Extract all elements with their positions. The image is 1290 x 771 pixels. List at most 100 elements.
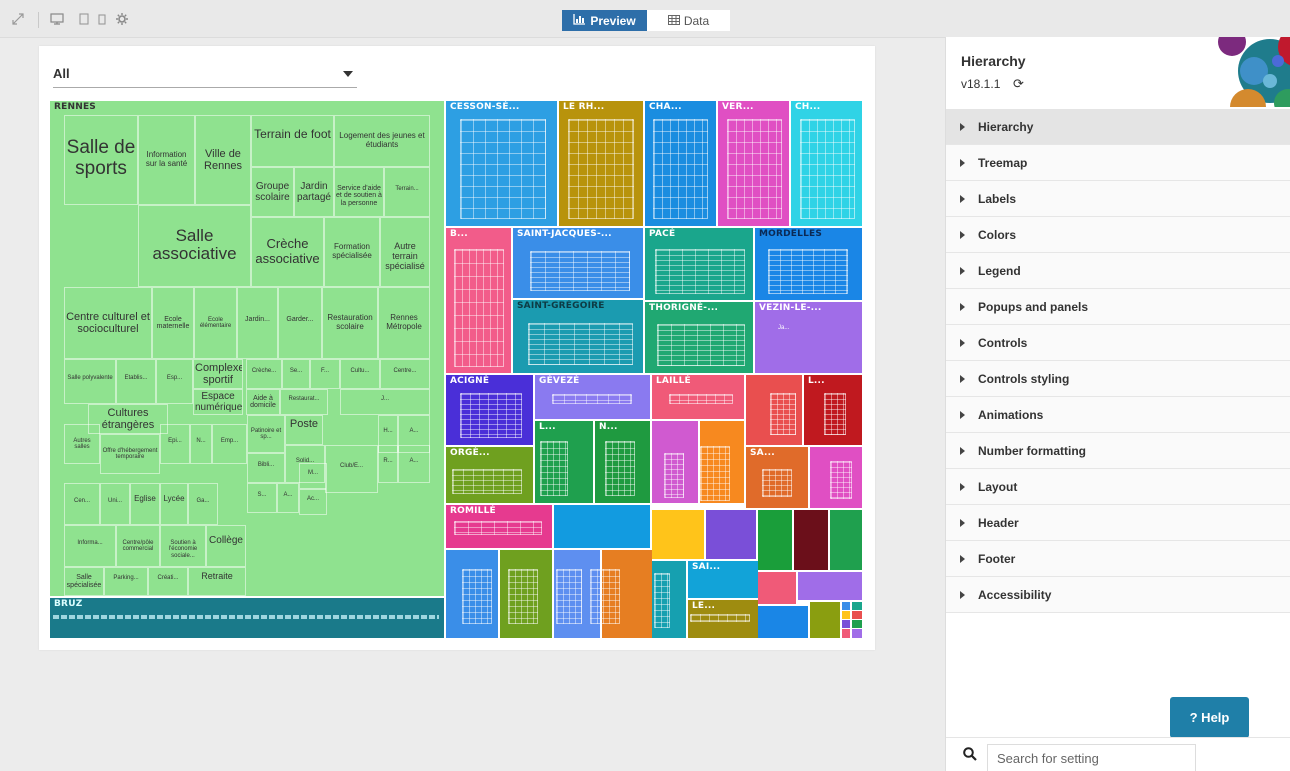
settings-gear-icon[interactable] (116, 13, 128, 25)
treemap-small-node[interactable] (852, 620, 862, 628)
treemap-small-node[interactable] (794, 510, 828, 570)
treemap-cell-autres-salles[interactable]: Autres salles (64, 424, 100, 464)
treemap-small-node[interactable] (842, 629, 850, 638)
treemap-cell-ecole-elem[interactable]: Ecole élémentaire (194, 287, 237, 359)
treemap-cell-club[interactable]: Club/E... (325, 445, 378, 493)
menu-item-controls[interactable]: Controls (946, 325, 1290, 361)
menu-item-treemap[interactable]: Treemap (946, 145, 1290, 181)
treemap-cell-emp[interactable]: Emp... (212, 424, 247, 464)
node-bruz[interactable]: BRUZ (50, 598, 444, 638)
treemap-small-node[interactable] (652, 510, 704, 559)
menu-item-footer[interactable]: Footer (946, 541, 1290, 577)
treemap-cell-terrain-short[interactable]: Terrain... (384, 167, 430, 217)
treemap-cell-garder[interactable]: Garder... (278, 287, 322, 359)
menu-item-hierarchy[interactable]: Hierarchy (946, 109, 1290, 145)
treemap-small-node[interactable] (842, 602, 850, 610)
treemap-cell-cen[interactable]: Cen... (64, 483, 100, 525)
treemap-cell-info-sante[interactable]: Information sur la santé (138, 115, 195, 205)
treemap-cell-salle-spec[interactable]: Salle spécialisée (64, 567, 104, 596)
expand-icon[interactable] (12, 13, 24, 25)
tablet-icon[interactable] (78, 13, 90, 25)
treemap-small-node[interactable] (706, 510, 756, 559)
treemap-cell-epi[interactable]: Epi... (160, 424, 190, 464)
treemap-cell-creche-short[interactable]: Crèche... (246, 359, 282, 389)
treemap-cell-patinoire[interactable]: Patinoire et sp... (247, 415, 285, 453)
menu-item-number-formatting[interactable]: Number formatting (946, 433, 1290, 469)
treemap-cell-j[interactable]: J... (340, 389, 430, 415)
treemap-cell-creche-assoc[interactable]: Crèche associative (251, 217, 324, 287)
treemap-cell-esp[interactable]: Esp... (156, 359, 193, 404)
treemap-cell-informa[interactable]: Informa... (64, 525, 116, 567)
treemap-cell-poste[interactable]: Poste (285, 415, 323, 445)
treemap-cell-r[interactable]: R... (378, 445, 398, 483)
treemap-cell-salle-assoc[interactable]: Salle associative (138, 205, 251, 287)
treemap-small-node[interactable] (758, 572, 796, 604)
menu-item-animations[interactable]: Animations (946, 397, 1290, 433)
treemap-cell-ecole-mat[interactable]: Ecole maternelle (152, 287, 194, 359)
treemap-small-node[interactable] (758, 606, 808, 638)
node-vezin[interactable]: VEZIN-LE-... Ja... (755, 302, 862, 373)
tab-data[interactable]: Data (647, 10, 730, 31)
treemap-cell-a3[interactable]: A... (277, 483, 299, 513)
treemap-cell-rennes-metro[interactable]: Rennes Métropole (378, 287, 430, 359)
treemap-cell-m[interactable]: M... (299, 463, 327, 489)
treemap-cell-college[interactable]: Collège (206, 525, 246, 567)
treemap-cell-logement[interactable]: Logement des jeunes et étudiants (334, 115, 430, 167)
treemap-small-node[interactable] (554, 505, 650, 548)
node-sai[interactable]: SAI... (688, 561, 758, 598)
treemap-cell-salle-poly[interactable]: Salle polyvalente (64, 359, 116, 404)
treemap-cell-etablis[interactable]: Etablis... (116, 359, 156, 404)
treemap-small-node[interactable] (842, 611, 850, 619)
treemap-cell-retraite[interactable]: Retraite (188, 567, 246, 596)
treemap-cell-ville-rennes[interactable]: Ville de Rennes (195, 115, 251, 205)
treemap-cell-formation[interactable]: Formation spécialisée (324, 217, 380, 287)
treemap-cell-complexe[interactable]: Complexe sportif (193, 359, 243, 389)
treemap-cell-autre-terrain[interactable]: Autre terrain spécialisé (380, 217, 430, 287)
treemap-cell-restaurat[interactable]: Restaurat... (280, 389, 328, 415)
treemap-cell-jardin-short[interactable]: Jardin... (237, 287, 278, 359)
treemap-cell-terrain-foot[interactable]: Terrain de foot (251, 115, 334, 167)
treemap-cell-cultu[interactable]: Cultu... (340, 359, 380, 389)
treemap-cell-uni[interactable]: Uni... (100, 483, 130, 525)
desktop-icon[interactable] (50, 13, 64, 25)
treemap-cell-s[interactable]: S... (247, 483, 277, 513)
treemap-cell-creati[interactable]: Créati... (148, 567, 188, 596)
treemap-cell-a2[interactable]: A... (398, 445, 430, 483)
treemap-cell-ga[interactable]: Ga... (188, 483, 218, 525)
treemap-cell-centre-short[interactable]: Centre... (380, 359, 430, 389)
treemap-small-node[interactable] (830, 510, 862, 570)
treemap-small-node[interactable] (852, 611, 862, 619)
menu-item-header[interactable]: Header (946, 505, 1290, 541)
treemap-cell-soutien-eco[interactable]: Soutien à l'économie sociale... (160, 525, 206, 567)
treemap-cell-eglise[interactable]: Eglise (130, 483, 160, 525)
menu-item-legend[interactable]: Legend (946, 253, 1290, 289)
treemap-cell-aide-domicile[interactable]: Aide à domicile (246, 389, 280, 415)
treemap-cell-ac[interactable]: Ac... (299, 489, 327, 515)
treemap-cell-lycee[interactable]: Lycée (160, 483, 188, 525)
treemap-small-node[interactable] (758, 510, 792, 570)
refresh-icon[interactable]: ⟳ (1013, 76, 1024, 92)
treemap-cell-espace-num[interactable]: Espace numérique (193, 389, 243, 415)
menu-item-layout[interactable]: Layout (946, 469, 1290, 505)
treemap-cell-parking[interactable]: Parking... (104, 567, 148, 596)
treemap-small-node[interactable] (810, 602, 840, 638)
treemap-cell-f[interactable]: F... (310, 359, 340, 389)
treemap-cell-groupe-scolaire[interactable]: Groupe scolaire (251, 167, 294, 217)
node-rennes[interactable]: RENNES Salle de sports Information sur la… (50, 101, 444, 596)
treemap-small-node[interactable] (852, 602, 862, 610)
treemap-cell-se[interactable]: Se... (282, 359, 310, 389)
treemap-small-node[interactable] (852, 629, 862, 638)
treemap-cell-cultures[interactable]: Cultures étrangères (88, 404, 168, 434)
treemap-cell-restauration[interactable]: Restauration scolaire (322, 287, 378, 359)
menu-item-labels[interactable]: Labels (946, 181, 1290, 217)
menu-item-colors[interactable]: Colors (946, 217, 1290, 253)
phone-icon[interactable] (96, 13, 108, 25)
tab-preview[interactable]: Preview (562, 10, 647, 31)
treemap-cell-n[interactable]: N... (190, 424, 212, 464)
search-input[interactable] (987, 744, 1196, 771)
menu-item-controls-styling[interactable]: Controls styling (946, 361, 1290, 397)
menu-item-popups-and-panels[interactable]: Popups and panels (946, 289, 1290, 325)
treemap-cell-centre-culturel[interactable]: Centre culturel et socioculturel (64, 287, 152, 359)
treemap-cell-bibli[interactable]: Bibli... (247, 453, 285, 483)
treemap-cell-offre-heberg[interactable]: Offre d'hébergement temporaire (100, 434, 160, 474)
